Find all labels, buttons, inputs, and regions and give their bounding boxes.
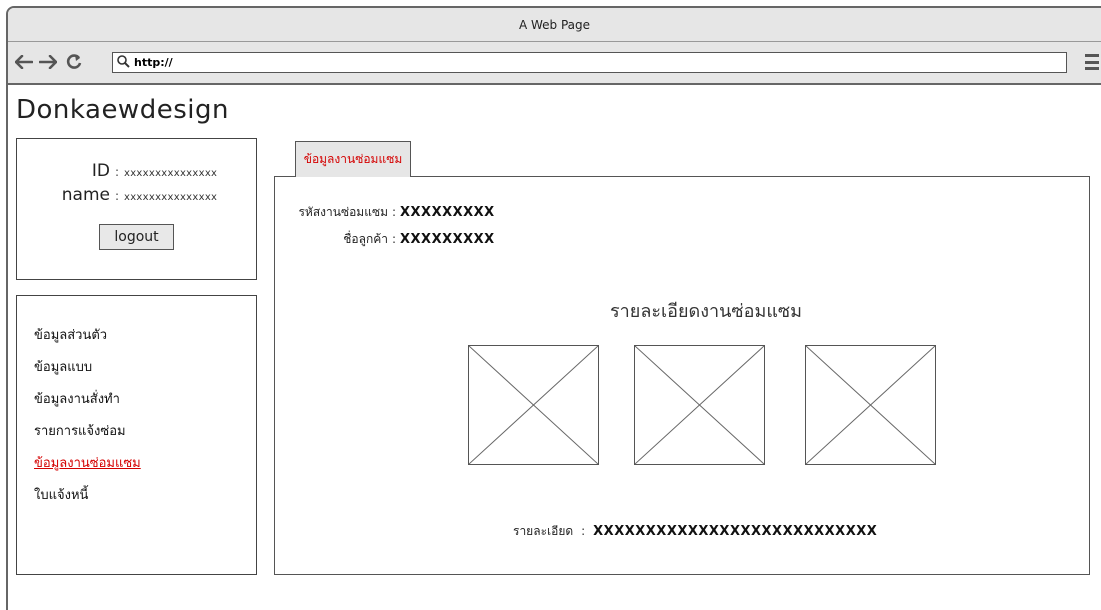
url-input[interactable] — [134, 56, 1034, 69]
detail-value: XXXXXXXXXXXXXXXXXXXXXXXXXXX — [593, 524, 878, 539]
repair-detail-panel: รหัสงานซ่อมแซม : XXXXXXXXX ชื่อลูกค้า : … — [274, 176, 1090, 575]
user-id-value: xxxxxxxxxxxxxxx — [124, 168, 218, 179]
detail-label: รายละเอียด — [513, 524, 574, 538]
image-placeholder-2 — [634, 345, 765, 465]
reload-icon[interactable] — [64, 52, 84, 72]
customer-name-value: XXXXXXXXX — [400, 232, 495, 247]
detail-separator: : — [581, 524, 586, 538]
user-name-label: name — [61, 185, 110, 205]
address-bar[interactable] — [112, 52, 1067, 73]
search-icon — [117, 54, 130, 71]
tab-repair-info[interactable]: ข้อมูลงานซ่อมแซม — [295, 141, 411, 177]
repair-code-label: รหัสงานซ่อมแซม — [298, 205, 388, 219]
user-id-row: ID : xxxxxxxxxxxxxxx — [17, 161, 258, 181]
back-arrow-icon[interactable] — [14, 52, 34, 72]
hamburger-menu-icon[interactable] — [1085, 54, 1099, 70]
user-name-row: name : xxxxxxxxxxxxxxx — [17, 185, 258, 205]
customer-name-separator: : — [391, 232, 397, 246]
sidebar-item-3[interactable]: ข้อมูลงานสั่งทำ — [34, 384, 141, 416]
section-title: รายละเอียดงานซ่อมแซม — [610, 301, 802, 322]
image-placeholder-3 — [805, 345, 936, 465]
user-id-label: ID — [91, 161, 110, 181]
user-info-panel: ID : xxxxxxxxxxxxxxx name : xxxxxxxxxxxx… — [16, 138, 257, 280]
sidebar-item-5[interactable]: ข้อมูลงานซ่อมแซม — [34, 448, 141, 480]
user-name-value: xxxxxxxxxxxxxxx — [124, 192, 218, 203]
repair-code-separator: : — [391, 205, 397, 219]
user-name-separator: : — [114, 189, 120, 203]
browser-title: A Web Page — [518, 17, 591, 32]
customer-name-row: ชื่อลูกค้า : XXXXXXXXX — [275, 230, 495, 249]
sidebar-item-6[interactable]: ใบแจ้งหนี้ — [34, 480, 141, 512]
browser-navbar — [8, 42, 1101, 85]
logout-button[interactable]: logout — [99, 224, 174, 250]
sidebar-item-1[interactable]: ข้อมูลส่วนตัว — [34, 320, 141, 352]
sidebar-item-2[interactable]: ข้อมูลแบบ — [34, 352, 141, 384]
customer-name-label: ชื่อลูกค้า — [343, 232, 388, 246]
repair-code-value: XXXXXXXXX — [400, 205, 495, 220]
sidebar-menu: ข้อมูลส่วนตัว ข้อมูลแบบ ข้อมูลงานสั่งทำ ราย… — [16, 295, 257, 575]
site-title: Donkaewdesign — [16, 95, 229, 125]
user-id-separator: : — [114, 165, 120, 179]
browser-titlebar: A Web Page — [8, 8, 1101, 42]
sidebar-item-4[interactable]: รายการแจ้งซ่อม — [34, 416, 141, 448]
repair-code-row: รหัสงานซ่อมแซม : XXXXXXXXX — [275, 203, 495, 222]
detail-row: รายละเอียด : XXXXXXXXXXXXXXXXXXXXXXXXXXX — [513, 522, 877, 541]
forward-arrow-icon[interactable] — [38, 52, 58, 72]
image-placeholder-1 — [468, 345, 599, 465]
sidebar-menu-list: ข้อมูลส่วนตัว ข้อมูลแบบ ข้อมูลงานสั่งทำ ราย… — [34, 320, 141, 512]
